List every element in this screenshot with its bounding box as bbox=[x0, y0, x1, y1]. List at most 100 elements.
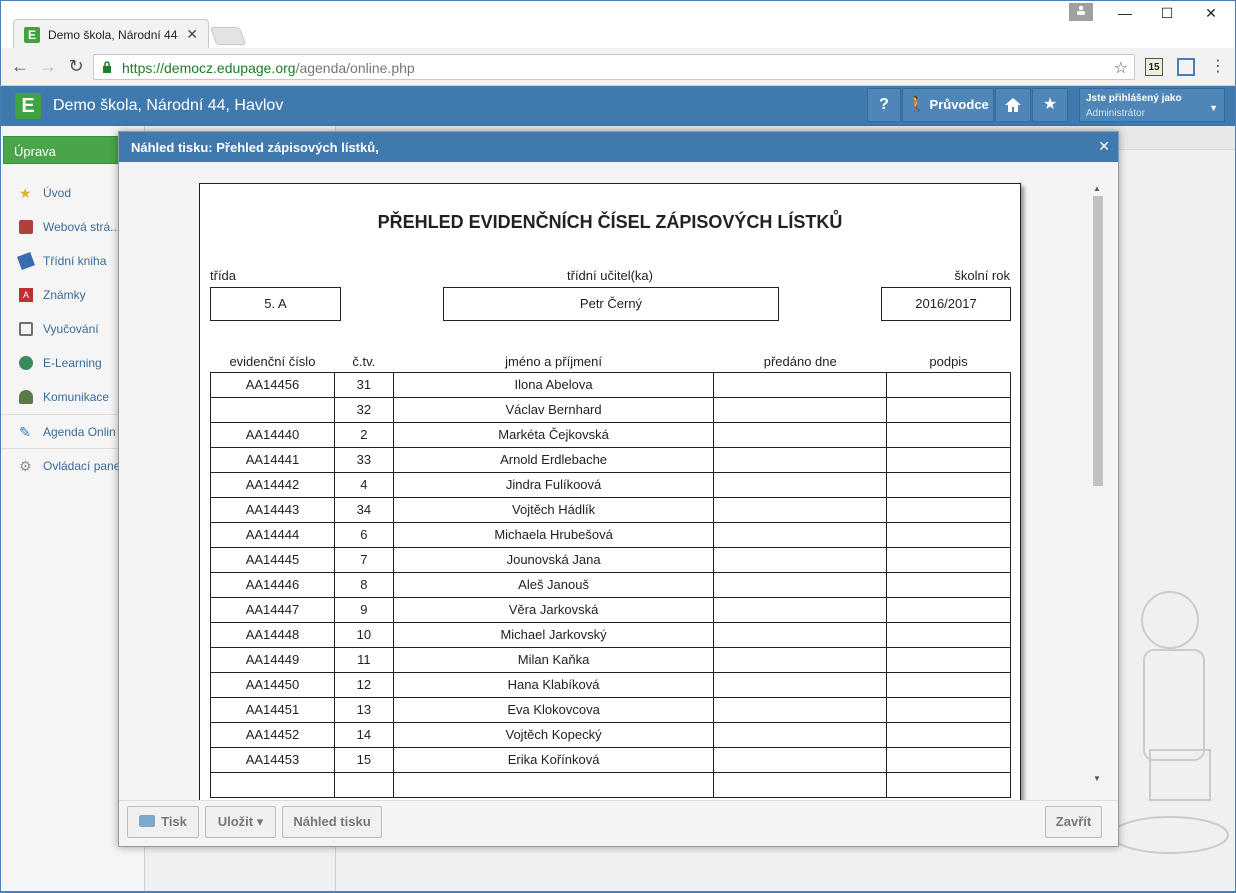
globe-icon bbox=[19, 356, 33, 370]
print-button-label: Tisk bbox=[161, 814, 187, 829]
sidebar-item-label: Komunikace bbox=[43, 390, 110, 404]
handed-date-cell bbox=[713, 596, 888, 623]
handed-date-cell bbox=[713, 696, 888, 723]
handed-date-cell bbox=[713, 446, 888, 473]
people-icon bbox=[19, 390, 33, 404]
table-row: AA14446 8 Aleš Janouš bbox=[210, 571, 1011, 598]
handed-date-cell bbox=[713, 471, 888, 498]
print-button[interactable]: Tisk bbox=[127, 806, 199, 838]
favorites-button[interactable]: ★ bbox=[1032, 88, 1068, 122]
signature-cell bbox=[886, 471, 1011, 498]
scroll-down-arrow-icon[interactable]: ▼ bbox=[1093, 774, 1101, 783]
tab-close-icon[interactable]: ✕ bbox=[186, 26, 198, 43]
home-button[interactable] bbox=[995, 88, 1031, 122]
browser-tab[interactable]: E Demo škola, Národní 44, ✕ bbox=[13, 19, 209, 49]
student-name-cell: Ilona Abelova bbox=[392, 371, 715, 398]
class-number-cell: 4 bbox=[333, 471, 394, 498]
print-preview-button[interactable]: Náhled tisku bbox=[282, 806, 382, 838]
window-minimize-button[interactable]: — bbox=[1115, 5, 1135, 21]
bookmark-star-icon[interactable]: ☆ bbox=[1114, 58, 1128, 78]
student-name-cell: Erika Kořínková bbox=[392, 746, 715, 773]
save-button[interactable]: Uložit ▾ bbox=[205, 806, 276, 838]
back-arrow-icon[interactable]: ← bbox=[9, 56, 31, 77]
evidence-number-cell: AA14442 bbox=[210, 471, 335, 498]
chevron-down-icon: ▼ bbox=[1209, 103, 1218, 113]
new-tab-button[interactable] bbox=[209, 27, 247, 45]
table-row: AA14440 2 Markéta Čejkovská bbox=[210, 421, 1011, 448]
table-row bbox=[210, 771, 1011, 798]
scrollbar-thumb[interactable] bbox=[1093, 196, 1103, 486]
student-name-cell: Michael Jarkovský bbox=[392, 621, 715, 648]
signature-cell bbox=[886, 446, 1011, 473]
class-number-cell: 6 bbox=[333, 521, 394, 548]
lock-icon bbox=[103, 61, 111, 73]
close-button[interactable]: Zavřít bbox=[1045, 806, 1102, 838]
column-header-handed-date: předáno dne bbox=[763, 354, 837, 370]
class-number-cell: 14 bbox=[333, 721, 394, 748]
registration-table: evidenční číslo č.tv. jméno a příjmení p… bbox=[210, 352, 1011, 798]
browser-menu-icon[interactable]: ⋮ bbox=[1207, 56, 1229, 76]
app-title[interactable]: Demo škola, Národní 44, Havlov bbox=[53, 97, 283, 115]
table-row: 32 Václav Bernhard bbox=[210, 396, 1011, 423]
browser-toolbar: ← → ↻ https://democz.edupage.org/agenda/… bbox=[0, 48, 1236, 86]
signature-cell bbox=[886, 371, 1011, 398]
browser-titlebar: E Demo škola, Národní 44, ✕ — ☐ ✕ bbox=[0, 0, 1236, 49]
preview-scrollbar[interactable]: ▲ ▼ bbox=[1091, 184, 1105, 784]
signature-cell bbox=[886, 646, 1011, 673]
dialog-close-icon[interactable]: ✕ bbox=[1098, 138, 1110, 155]
handed-date-cell bbox=[713, 371, 888, 398]
table-row: AA14453 15 Erika Kořínková bbox=[210, 746, 1011, 773]
student-name-cell: Jounovská Jana bbox=[392, 546, 715, 573]
table-row: AA14441 33 Arnold Erdlebache bbox=[210, 446, 1011, 473]
evidence-number-cell bbox=[210, 396, 335, 423]
handed-date-cell bbox=[713, 521, 888, 548]
address-bar[interactable]: https://democz.edupage.org/agenda/online… bbox=[93, 54, 1135, 80]
table-row: AA14442 4 Jindra Fulíkoová bbox=[210, 471, 1011, 498]
sidebar-item-label: Úvod bbox=[43, 186, 72, 200]
calendar-extension-icon[interactable]: 15 bbox=[1145, 58, 1163, 76]
evidence-number-cell: AA14452 bbox=[210, 721, 335, 748]
teaching-icon bbox=[19, 322, 33, 336]
student-name-cell: Milan Kaňka bbox=[392, 646, 715, 673]
edupage-logo-icon[interactable]: E bbox=[15, 93, 41, 119]
class-number-cell: 10 bbox=[333, 621, 394, 648]
student-name-cell: Markéta Čejkovská bbox=[392, 421, 715, 448]
handed-date-cell bbox=[713, 621, 888, 648]
signature-cell bbox=[886, 521, 1011, 548]
sidebar-item-label: Vyučování bbox=[43, 322, 99, 336]
preview-area[interactable]: PŘEHLED EVIDENČNÍCH ČÍSEL ZÁPISOVÝCH LÍS… bbox=[119, 162, 1118, 800]
user-menu[interactable]: Jste přihlášený jako Administrátor ▼ bbox=[1079, 88, 1225, 122]
column-header-signature: podpis bbox=[929, 354, 968, 370]
scroll-up-arrow-icon[interactable]: ▲ bbox=[1093, 184, 1101, 193]
signature-cell bbox=[886, 771, 1011, 798]
table-header-row: evidenční číslo č.tv. jméno a příjmení p… bbox=[211, 352, 1011, 372]
forward-arrow-icon[interactable]: → bbox=[37, 56, 59, 77]
signature-cell bbox=[886, 571, 1011, 598]
class-number-cell: 11 bbox=[333, 646, 394, 673]
url-host: https://democz.edupage.org bbox=[122, 60, 296, 76]
star-icon: ★ bbox=[19, 185, 32, 201]
document-page: PŘEHLED EVIDENČNÍCH ČÍSEL ZÁPISOVÝCH LÍS… bbox=[199, 183, 1021, 800]
table-row: AA14448 10 Michael Jarkovský bbox=[210, 621, 1011, 648]
class-number-cell: 2 bbox=[333, 421, 394, 448]
class-number-cell: 8 bbox=[333, 571, 394, 598]
student-name-cell: Jindra Fulíkoová bbox=[392, 471, 715, 498]
handed-date-cell bbox=[713, 396, 888, 423]
signature-cell bbox=[886, 396, 1011, 423]
help-button[interactable]: ? bbox=[867, 88, 901, 122]
window-close-button[interactable]: ✕ bbox=[1201, 5, 1221, 22]
screen-capture-icon[interactable] bbox=[1177, 58, 1195, 76]
evidence-number-cell: AA14449 bbox=[210, 646, 335, 673]
class-number-cell: 12 bbox=[333, 671, 394, 698]
guide-button[interactable]: 🚶 Průvodce bbox=[902, 88, 994, 122]
column-header-evidence-number: evidenční číslo bbox=[229, 354, 316, 370]
profile-icon[interactable] bbox=[1069, 3, 1093, 21]
dialog-footer: Tisk Uložit ▾ Náhled tisku Zavřít bbox=[119, 800, 1118, 846]
student-name-cell: Věra Jarkovská bbox=[392, 596, 715, 623]
mascot-illustration-icon bbox=[1111, 591, 1229, 854]
star-icon: ★ bbox=[1042, 96, 1058, 113]
handed-date-cell bbox=[713, 546, 888, 573]
window-maximize-button[interactable]: ☐ bbox=[1157, 5, 1177, 22]
reload-icon[interactable]: ↻ bbox=[65, 56, 87, 77]
print-preview-dialog: Náhled tisku: Přehled zápisových lístků,… bbox=[118, 131, 1119, 847]
